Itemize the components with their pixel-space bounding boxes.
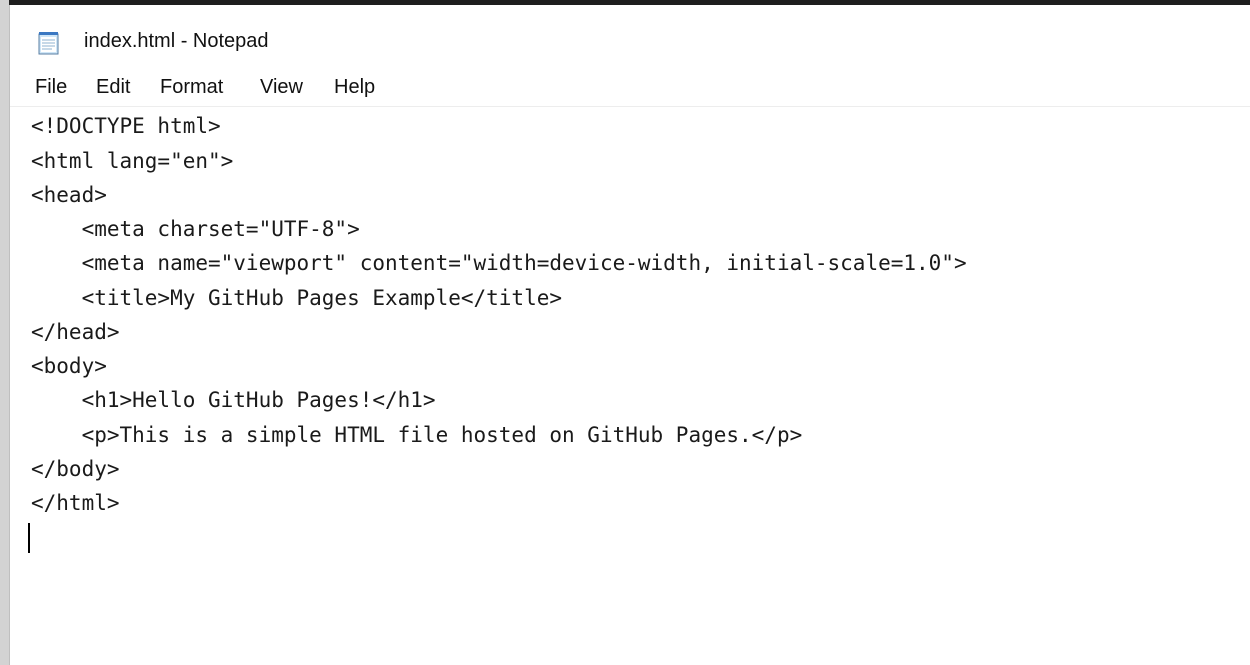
code-line-8: <body> xyxy=(31,354,107,378)
window-title: index.html - Notepad xyxy=(84,30,269,52)
menu-help[interactable]: Help xyxy=(334,76,375,99)
code-line-11: </body> xyxy=(31,457,120,481)
notepad-window: index.html - Notepad File Edit Format Vi… xyxy=(0,0,1250,665)
text-editor-area[interactable]: <!DOCTYPE html> <html lang="en"> <head> … xyxy=(10,107,1250,665)
code-line-3: <head> xyxy=(31,183,107,207)
code-line-10: <p>This is a simple HTML file hosted on … xyxy=(31,423,803,447)
title-bar[interactable]: index.html - Notepad xyxy=(10,5,1250,69)
code-line-7: </head> xyxy=(31,320,120,344)
menu-format[interactable]: Format xyxy=(160,76,223,99)
code-line-1: <!DOCTYPE html> xyxy=(31,114,221,138)
notepad-icon xyxy=(38,31,60,55)
code-line-2: <html lang="en"> xyxy=(31,149,234,173)
menu-edit[interactable]: Edit xyxy=(96,76,130,99)
code-line-12: </html> xyxy=(31,491,120,515)
code-line-4: <meta charset="UTF-8"> xyxy=(31,217,360,241)
menu-view[interactable]: View xyxy=(260,76,303,99)
menu-file[interactable]: File xyxy=(35,76,67,99)
code-line-6: <title>My GitHub Pages Example</title> xyxy=(31,286,563,310)
window-left-border xyxy=(0,0,10,665)
code-line-5: <meta name="viewport" content="width=dev… xyxy=(31,251,967,275)
menu-bar: File Edit Format View Help xyxy=(10,70,1250,107)
code-line-9: <h1>Hello GitHub Pages!</h1> xyxy=(31,388,436,412)
text-caret xyxy=(28,523,30,553)
